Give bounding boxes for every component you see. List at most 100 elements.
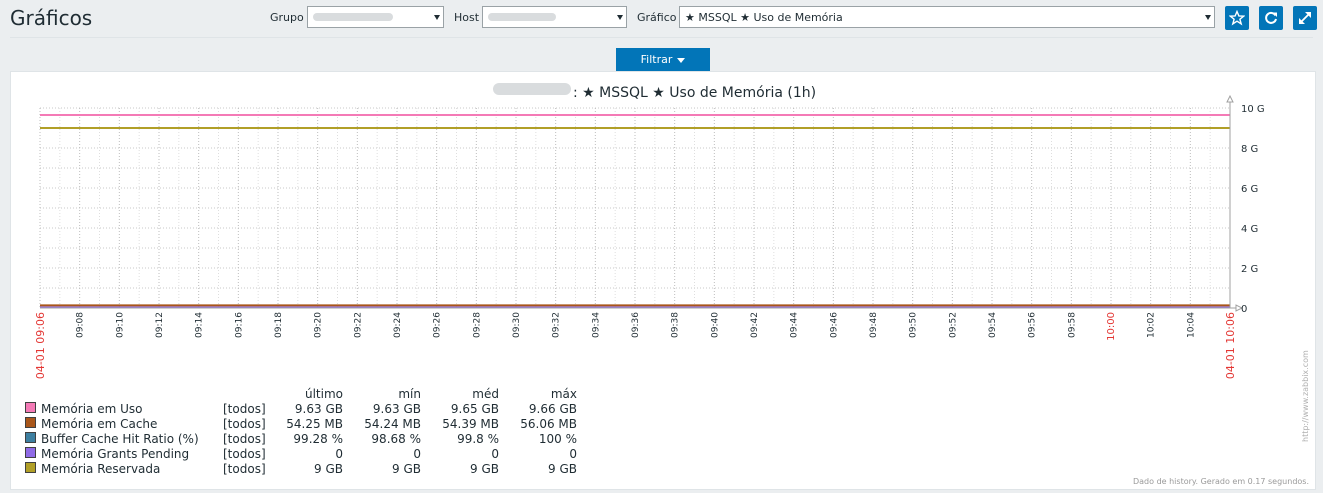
fullscreen-icon <box>1299 12 1311 24</box>
x-tick-label: 09:38 <box>671 312 681 338</box>
favorite-button[interactable] <box>1225 6 1249 30</box>
legend-min-1: 9.63 GB <box>373 402 421 416</box>
y-axis-arrow <box>1226 94 1234 103</box>
y-tick-label: 2 G <box>1241 264 1258 275</box>
x-tick-label: 09:56 <box>1028 312 1038 338</box>
y-tick-label: 6 G <box>1241 184 1258 195</box>
group-label: Grupo <box>270 11 304 24</box>
chevron-down-icon <box>1205 15 1211 20</box>
legend-avg-3: 99.8 % <box>457 432 499 446</box>
x-tick-label: 10:00 <box>1106 312 1117 341</box>
zabbix-watermark: http://www.zabbix.com <box>1301 350 1310 442</box>
refresh-button[interactable] <box>1259 6 1283 30</box>
legend-name-4: Memória Grants Pending <box>41 447 189 461</box>
x-start-label: 04-01 09:06 <box>34 312 47 379</box>
legend-last-3: 99.28 % <box>293 432 343 446</box>
group-value-redacted <box>313 13 393 21</box>
x-tick-label: 09:34 <box>591 312 601 338</box>
x-tick-label: 09:20 <box>314 312 324 338</box>
x-tick-label: 09:16 <box>234 312 244 338</box>
legend-swatch-1 <box>25 402 36 413</box>
legend-func-3: [todos] <box>223 432 266 446</box>
x-tick-label: 09:50 <box>909 312 919 338</box>
chevron-down-icon <box>617 15 623 20</box>
graph-panel: : ★ MSSQL ★ Uso de Memória (1h) 10 G 8 G 6… <box>10 71 1316 490</box>
x-tick-label: 09:26 <box>433 312 443 338</box>
legend-func-2: [todos] <box>223 417 266 431</box>
x-tick-label: 09:12 <box>155 312 165 338</box>
caret-down-icon <box>677 57 686 63</box>
legend-name-1: Memória em Uso <box>41 402 142 416</box>
legend-name-2: Memória em Cache <box>41 417 157 431</box>
legend-min-2: 54.24 MB <box>364 417 421 431</box>
group-select[interactable] <box>307 6 444 28</box>
filter-label: Filtrar <box>640 53 673 66</box>
legend-header-min: mín <box>398 387 421 401</box>
x-tick-label: 10:02 <box>1147 312 1157 338</box>
legend-swatch-5 <box>25 462 36 473</box>
legend-last-2: 54.25 MB <box>286 417 343 431</box>
legend-min-3: 98.68 % <box>371 432 421 446</box>
chevron-down-icon <box>434 15 440 20</box>
legend-name-3: Buffer Cache Hit Ratio (%) <box>41 432 199 446</box>
graph-label: Gráfico <box>637 11 677 24</box>
legend-avg-2: 54.39 MB <box>442 417 499 431</box>
legend-avg-1: 9.65 GB <box>451 402 499 416</box>
legend-max-3: 100 % <box>539 432 577 446</box>
chart-title: : ★ MSSQL ★ Uso de Memória (1h) <box>573 85 816 101</box>
x-tick-label: 09:58 <box>1067 312 1077 338</box>
legend-max-4: 0 <box>569 447 577 461</box>
x-tick-label: 09:24 <box>393 312 403 338</box>
host-label: Host <box>454 11 480 24</box>
graph-select-value: ★ MSSQL ★ Uso de Memória <box>685 11 843 24</box>
graph-select[interactable]: ★ MSSQL ★ Uso de Memória <box>679 6 1215 28</box>
legend-min-5: 9 GB <box>392 462 421 476</box>
legend-func-1: [todos] <box>223 402 266 416</box>
x-tick-label: 09:22 <box>353 312 363 338</box>
footer-note: Dado de history. Gerado em 0.17 segundos… <box>1133 477 1309 486</box>
y-tick-label: 8 G <box>1241 144 1258 155</box>
legend-max-1: 9.66 GB <box>529 402 577 416</box>
x-tick-label: 09:44 <box>790 312 800 338</box>
x-tick-label: 10:04 <box>1186 312 1196 338</box>
x-tick-label: 09:48 <box>869 312 879 338</box>
x-tick-label: 09:14 <box>195 312 205 338</box>
legend-max-5: 9 GB <box>548 462 577 476</box>
filter-toggle-button[interactable]: Filtrar <box>616 48 710 71</box>
x-tick-label: 09:36 <box>631 312 641 338</box>
x-end-label: 04-01 10:06 <box>1224 312 1237 379</box>
header-bar: Gráficos Grupo Host Gráfico ★ MSSQL ★ Us… <box>0 0 1323 38</box>
legend-avg-4: 0 <box>491 447 499 461</box>
fullscreen-button[interactable] <box>1293 6 1317 30</box>
x-tick-label: 09:54 <box>988 312 998 338</box>
x-tick-label: 09:10 <box>115 312 125 338</box>
page-title: Gráficos <box>10 6 93 30</box>
x-tick-label: 09:32 <box>552 312 562 338</box>
x-tick-label: 09:18 <box>274 312 284 338</box>
x-tick-label: 09:40 <box>710 312 720 338</box>
legend-last-1: 9.63 GB <box>295 402 343 416</box>
star-icon <box>1229 10 1245 26</box>
x-tick-label: 09:52 <box>948 312 958 338</box>
y-tick-label: 10 G <box>1241 104 1265 115</box>
legend-max-2: 56.06 MB <box>520 417 577 431</box>
legend-func-5: [todos] <box>223 462 266 476</box>
legend-header-avg: méd <box>472 387 499 401</box>
legend-header-last: último <box>305 387 343 401</box>
x-tick-label: 09:46 <box>829 312 839 338</box>
legend-swatch-2 <box>25 417 36 428</box>
legend-header-max: máx <box>551 387 577 401</box>
y-tick-label: 4 G <box>1241 224 1258 235</box>
legend-last-4: 0 <box>335 447 343 461</box>
x-tick-label: 09:28 <box>472 312 482 338</box>
legend-func-4: [todos] <box>223 447 266 461</box>
chart-title-host-redacted <box>493 83 571 95</box>
host-value-redacted <box>488 13 556 21</box>
memory-usage-chart: : ★ MSSQL ★ Uso de Memória (1h) 10 G 8 G 6… <box>25 83 1310 486</box>
legend-avg-5: 9 GB <box>470 462 499 476</box>
legend-swatch-3 <box>25 432 36 443</box>
legend-min-4: 0 <box>413 447 421 461</box>
legend-last-5: 9 GB <box>314 462 343 476</box>
header-divider <box>10 37 1313 38</box>
host-select[interactable] <box>482 6 627 28</box>
